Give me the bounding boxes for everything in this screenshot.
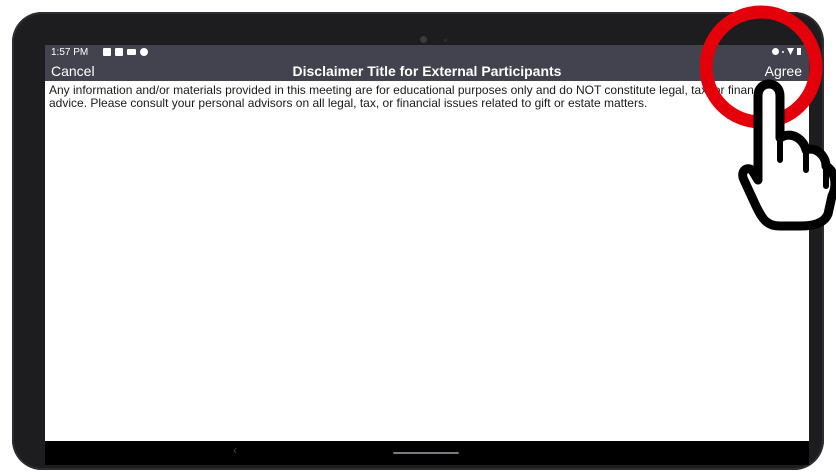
- app-notification-icon: [140, 48, 148, 56]
- back-icon[interactable]: ‹: [233, 443, 237, 457]
- disclaimer-text: Any information and/or materials provide…: [49, 83, 772, 110]
- app-bar: Cancel Disclaimer Title for External Par…: [45, 60, 809, 81]
- wifi-icon: [787, 48, 794, 55]
- front-sensor: [444, 39, 447, 42]
- status-bar: 1:57 PM: [45, 45, 809, 60]
- image-icon: [115, 48, 123, 56]
- tablet-button: [244, 22, 314, 27]
- status-time: 1:57 PM: [51, 47, 89, 58]
- battery-icon: [797, 48, 801, 55]
- tablet-frame: 1:57 PM Cancel Disclaimer Title for Exte…: [12, 12, 824, 470]
- agree-button[interactable]: Agree: [765, 63, 802, 79]
- navigation-bar: ‹: [45, 441, 809, 465]
- eye-icon: [772, 48, 779, 55]
- video-icon: [127, 49, 136, 55]
- dot-icon: [782, 50, 784, 53]
- notification-icons: [103, 48, 148, 56]
- screen: 1:57 PM Cancel Disclaimer Title for Exte…: [45, 45, 809, 465]
- system-icons: [772, 48, 801, 55]
- disclaimer-content: Any information and/or materials provide…: [45, 81, 809, 441]
- home-handle[interactable]: [393, 452, 459, 454]
- page-title: Disclaimer Title for External Participan…: [292, 63, 562, 79]
- tablet-button: [174, 22, 210, 27]
- message-icon: [103, 48, 111, 56]
- front-camera: [420, 36, 427, 43]
